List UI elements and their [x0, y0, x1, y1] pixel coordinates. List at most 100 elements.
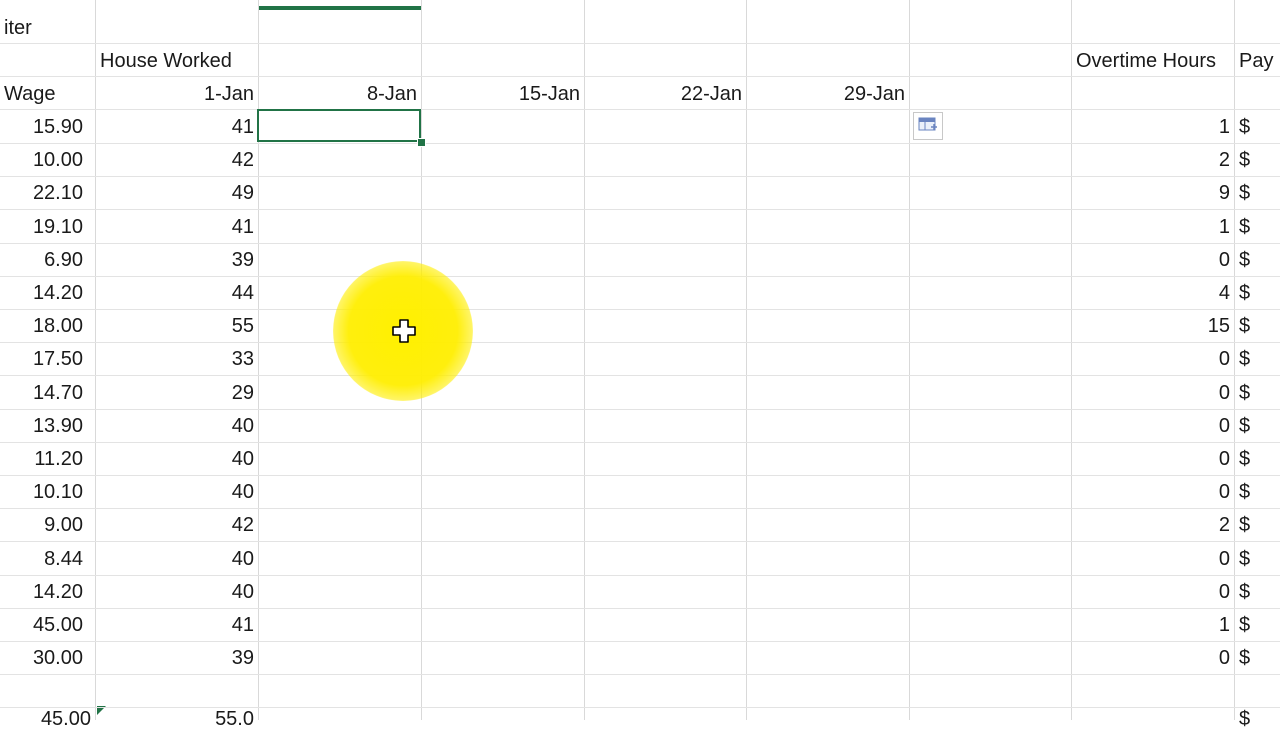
- hours-cell[interactable]: 41: [96, 110, 258, 143]
- header-wage[interactable]: Wage: [0, 77, 95, 110]
- grid-line: [0, 707, 1280, 708]
- date-header[interactable]: 22-Jan: [585, 77, 746, 110]
- grid-line: [0, 508, 1280, 509]
- wage-cell[interactable]: 8.44: [0, 542, 87, 575]
- wage-cell[interactable]: 13.90: [0, 409, 87, 442]
- header-overtime-hours[interactable]: Overtime Hours: [1072, 44, 1234, 77]
- hours-cell[interactable]: 39: [96, 243, 258, 276]
- overtime-cell[interactable]: 15: [1072, 309, 1234, 342]
- pay-cell[interactable]: $: [1235, 508, 1280, 541]
- date-header[interactable]: 29-Jan: [747, 77, 909, 110]
- wage-cell[interactable]: 15.90: [0, 110, 87, 143]
- grid-line: [0, 641, 1280, 642]
- pay-cell[interactable]: $: [1235, 475, 1280, 508]
- paste-options-icon[interactable]: [913, 112, 943, 140]
- overtime-cell[interactable]: 0: [1072, 542, 1234, 575]
- active-cell-selection[interactable]: [257, 109, 421, 142]
- overtime-cell[interactable]: 0: [1072, 342, 1234, 375]
- pay-cell[interactable]: $: [1235, 210, 1280, 243]
- date-header[interactable]: 1-Jan: [96, 77, 258, 110]
- hours-cell[interactable]: 55: [96, 309, 258, 342]
- grid-line: [0, 575, 1280, 576]
- pay-cell[interactable]: $: [1235, 176, 1280, 209]
- grid-line: [0, 209, 1280, 210]
- overtime-cell[interactable]: 1: [1072, 210, 1234, 243]
- sheet-title-partial[interactable]: iter: [0, 11, 95, 44]
- move-cursor-icon: [392, 319, 416, 343]
- wage-cell[interactable]: 6.90: [0, 243, 87, 276]
- wage-cell[interactable]: 22.10: [0, 176, 87, 209]
- hours-cell[interactable]: 40: [96, 542, 258, 575]
- grid-line: [0, 176, 1280, 177]
- paste-options-icon-glyph: [918, 117, 937, 131]
- overtime-cell[interactable]: 2: [1072, 508, 1234, 541]
- hours-cell[interactable]: 41: [96, 210, 258, 243]
- pay-cell[interactable]: $: [1235, 243, 1280, 276]
- wage-cell[interactable]: 45.00: [0, 608, 87, 641]
- grid-line: [0, 309, 1280, 310]
- overtime-cell[interactable]: 0: [1072, 575, 1234, 608]
- grid-line: [0, 76, 1280, 77]
- wage-cell[interactable]: 18.00: [0, 309, 87, 342]
- pay-cell[interactable]: $: [1235, 575, 1280, 608]
- overtime-cell[interactable]: 0: [1072, 409, 1234, 442]
- overtime-cell[interactable]: 1: [1072, 110, 1234, 143]
- hours-cell[interactable]: 40: [96, 575, 258, 608]
- wage-cell[interactable]: 30.00: [0, 641, 87, 674]
- hours-cell[interactable]: 44: [96, 276, 258, 309]
- hours-cell[interactable]: 41: [96, 608, 258, 641]
- hours-cell[interactable]: 49: [96, 176, 258, 209]
- hours-cell[interactable]: 42: [96, 508, 258, 541]
- grid-line: [0, 409, 1280, 410]
- overtime-cell[interactable]: 1: [1072, 608, 1234, 641]
- overtime-cell[interactable]: 0: [1072, 376, 1234, 409]
- grid-line: [0, 109, 1280, 110]
- hours-cell[interactable]: 40: [96, 475, 258, 508]
- wage-cell[interactable]: 10.00: [0, 143, 87, 176]
- overtime-cell[interactable]: 0: [1072, 243, 1234, 276]
- pay-cell[interactable]: $: [1235, 641, 1280, 674]
- overtime-cell[interactable]: 0: [1072, 641, 1234, 674]
- pay-cell[interactable]: $: [1235, 442, 1280, 475]
- header-house-worked[interactable]: House Worked: [96, 44, 296, 77]
- grid-line: [0, 342, 1280, 343]
- pay-cell[interactable]: $: [1235, 143, 1280, 176]
- grid-line: [0, 375, 1280, 376]
- wage-cell[interactable]: 11.20: [0, 442, 87, 475]
- overtime-cell[interactable]: 0: [1072, 442, 1234, 475]
- hours-cell[interactable]: 40: [96, 409, 258, 442]
- wage-cell[interactable]: 14.20: [0, 276, 87, 309]
- pay-cell[interactable]: $: [1235, 309, 1280, 342]
- date-header[interactable]: 8-Jan: [259, 77, 421, 110]
- pay-cell[interactable]: $: [1235, 542, 1280, 575]
- grid-line: [0, 243, 1280, 244]
- wage-cell[interactable]: 19.10: [0, 210, 87, 243]
- hours-cell[interactable]: 42: [96, 143, 258, 176]
- hours-cell[interactable]: 33: [96, 342, 258, 375]
- selected-column-header-accent: [258, 6, 422, 10]
- pay-cell[interactable]: $: [1235, 342, 1280, 375]
- overtime-cell[interactable]: 0: [1072, 475, 1234, 508]
- fill-handle[interactable]: [417, 138, 426, 147]
- hours-cell[interactable]: 39: [96, 641, 258, 674]
- wage-cell[interactable]: 14.20: [0, 575, 87, 608]
- grid-line: [0, 43, 1280, 44]
- grid-line: [0, 442, 1280, 443]
- pay-cell[interactable]: $: [1235, 276, 1280, 309]
- pay-cell[interactable]: $: [1235, 376, 1280, 409]
- pay-cell[interactable]: $: [1235, 409, 1280, 442]
- hours-cell[interactable]: 40: [96, 442, 258, 475]
- wage-cell[interactable]: 14.70: [0, 376, 87, 409]
- overtime-cell[interactable]: 2: [1072, 143, 1234, 176]
- pay-cell[interactable]: $: [1235, 110, 1280, 143]
- wage-cell[interactable]: 9.00: [0, 508, 87, 541]
- date-header[interactable]: 15-Jan: [422, 77, 584, 110]
- wage-cell[interactable]: 10.10: [0, 475, 87, 508]
- overtime-cell[interactable]: 9: [1072, 176, 1234, 209]
- grid-line: [0, 608, 1280, 609]
- pay-cell[interactable]: $: [1235, 608, 1280, 641]
- overtime-cell[interactable]: 4: [1072, 276, 1234, 309]
- wage-cell[interactable]: 17.50: [0, 342, 87, 375]
- hours-cell[interactable]: 29: [96, 376, 258, 409]
- header-pay[interactable]: Pay: [1235, 44, 1280, 77]
